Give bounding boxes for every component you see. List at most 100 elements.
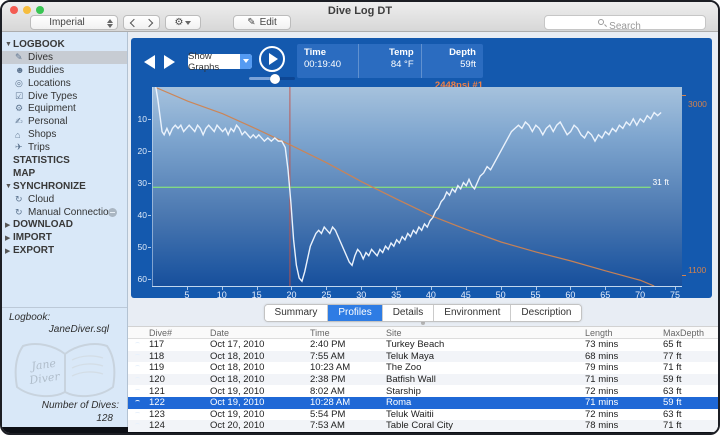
buddies-icon: ☻	[15, 65, 25, 76]
y-tick-label: 10	[137, 114, 147, 124]
search-field[interactable]	[544, 15, 706, 33]
table-row-dive-124[interactable]: 124 Oct 20, 2010 7:53 AM Table Coral City 78…	[128, 420, 718, 432]
dives-icon: ✎	[15, 51, 23, 62]
x-tick-label: 25	[321, 290, 332, 300]
column-header-maxdepth[interactable]: MaxDepth	[660, 328, 718, 338]
cell-date: Oct 18, 2010	[210, 374, 265, 386]
main-area: Show Graphs Time 00:19:40 Temp 84 °F Dep…	[128, 32, 718, 432]
y-tick-label: 50	[137, 242, 147, 252]
sidebar-item-dives[interactable]: ✎ Dives	[2, 50, 127, 64]
show-graphs-dropdown[interactable]: Show Graphs	[188, 51, 252, 73]
sidebar-item-export[interactable]: ▶ EXPORT	[2, 244, 127, 257]
column-header-length[interactable]: Length	[582, 328, 660, 338]
sidebar-item-label: Locations	[28, 77, 71, 89]
cell-dive: 124	[149, 420, 165, 432]
edit-button[interactable]: ✎ Edit	[233, 15, 291, 30]
sidebar-item-buddies[interactable]: ☻ Buddies	[2, 64, 127, 77]
column-header-dive[interactable]: Dive#	[146, 328, 207, 338]
sidebar-item-personal[interactable]: ✍ Personal	[2, 115, 127, 128]
x-tick-label: 60	[565, 290, 576, 300]
edit-button-label: Edit	[259, 17, 277, 28]
sidebar-item-download[interactable]: ▶ DOWNLOAD	[2, 218, 127, 231]
tab-profiles[interactable]: Profiles	[328, 305, 383, 321]
tab-summary[interactable]: Summary	[264, 305, 329, 321]
cell-time: 5:54 PM	[310, 408, 346, 420]
tab-details[interactable]: Details	[382, 305, 435, 321]
cell-time: 7:53 AM	[310, 420, 345, 432]
personal-icon: ✍	[15, 116, 23, 127]
column-header-site[interactable]: Site	[383, 328, 582, 338]
table-row-dive-118[interactable]: 118 Oct 18, 2010 7:55 AM Teluk Maya 68 mins 7…	[128, 350, 718, 363]
y-tick-label: 20	[137, 146, 147, 156]
sidebar-nav-list: ▼ LOGBOOK ✎ Dives ☻ Buddies ◎ Locations ☑ Dive Ty…	[2, 32, 127, 257]
table-row-dive-122[interactable]: 122 Oct 19, 2010 10:28 AM Roma 71 mins 59 ft	[128, 396, 718, 409]
pencil-icon: ✎	[247, 17, 256, 28]
cell-date: Oct 18, 2010	[210, 350, 265, 362]
sidebar-item-statistics[interactable]: STATISTICS	[2, 154, 127, 167]
sidebar-item-dive-types[interactable]: ☑ Dive Types	[2, 90, 127, 103]
table-row-dive-117[interactable]: 117 Oct 17, 2010 2:40 PM Turkey Beach 73 min…	[128, 339, 718, 351]
action-menu-button[interactable]: ⚙	[165, 15, 201, 30]
y-tick-label: 30	[137, 178, 147, 188]
sidebar-item-shops[interactable]: ⌂ Shops	[2, 128, 127, 141]
sidebar-item-import[interactable]: ▶ IMPORT	[2, 231, 127, 244]
column-header-time[interactable]: Time	[307, 328, 383, 338]
table-row-dive-123[interactable]: 123 Oct 19, 2010 5:54 PM Teluk Waitii 72 min…	[128, 409, 718, 421]
sidebar-item-map[interactable]: MAP	[2, 167, 127, 180]
sidebar-group-label: LOGBOOK	[13, 38, 65, 50]
sidebar-item-manual-connection[interactable]: ↻ Manual Connection	[2, 206, 127, 219]
x-tick-label: 55	[530, 290, 541, 300]
disclosure-icon[interactable]: ▶	[5, 234, 13, 242]
x-tick-label: 45	[460, 290, 471, 300]
pressure-min-label: 1100	[688, 265, 707, 275]
disclosure-icon[interactable]: ▶	[5, 221, 13, 229]
cell-site: Teluk Maya	[386, 350, 435, 362]
x-tick-label: 10	[216, 290, 227, 300]
cell-dive: 117	[149, 339, 165, 351]
tab-environment[interactable]: Environment	[434, 305, 512, 321]
cell-time: 10:23 AM	[310, 362, 351, 374]
units-select[interactable]: Imperial	[30, 15, 118, 30]
disclosure-icon[interactable]: ▼	[5, 41, 13, 48]
disclosure-icon[interactable]: ▶	[5, 247, 13, 255]
sidebar-item-trips[interactable]: ✈ Trips	[2, 141, 127, 154]
dive-profile-plot[interactable]: 31 ft	[152, 87, 682, 287]
cell-length: 78 mins	[585, 420, 619, 432]
cell-date: Oct 19, 2010	[210, 397, 265, 409]
cell-length: 73 mins	[585, 339, 619, 351]
next-dive-icon[interactable]	[164, 55, 175, 69]
back-button[interactable]	[123, 15, 142, 30]
sidebar-item-cloud[interactable]: ↻ Cloud	[2, 193, 127, 206]
depth-readout: Depth 59ft	[420, 44, 483, 78]
sidebar-item-label: Cloud	[28, 193, 55, 205]
dive-table: Dive# Date Time Site Length MaxDepth 117 Oct 1…	[128, 326, 718, 432]
disclosure-icon[interactable]: ▼	[5, 183, 13, 190]
table-row-dive-121[interactable]: 121 Oct 19, 2010 8:02 AM Starship 72 mins 63 …	[128, 385, 718, 397]
tab-description[interactable]: Description	[511, 305, 582, 321]
app-window: Dive Log DT Imperial ⚙ ✎ Edit ▼LOGBOOK✎D…	[0, 0, 720, 435]
open-book-icon: Jane Diver	[14, 343, 116, 398]
sidebar-item-equipment[interactable]: ⚙ Equipment	[2, 102, 127, 115]
logbook-label: Logbook:	[9, 312, 51, 323]
eject-device-icon[interactable]	[108, 207, 117, 217]
table-row-dive-119[interactable]: 119 Oct 18, 2010 10:23 AM The Zoo 79 mins 71 …	[128, 362, 718, 374]
dive-profile-panel: Show Graphs Time 00:19:40 Temp 84 °F Dep…	[131, 38, 712, 300]
manual-sync-icon: ↻	[15, 206, 23, 217]
play-button[interactable]	[259, 46, 285, 72]
previous-dive-icon[interactable]	[144, 55, 155, 69]
sidebar-item-logbook[interactable]: ▼ LOGBOOK	[2, 38, 127, 51]
cell-max-depth: 63 ft	[663, 385, 682, 397]
column-header-date[interactable]: Date	[207, 328, 307, 338]
sidebar-item-label: Dives	[28, 51, 54, 63]
playback-slider[interactable]	[249, 73, 295, 84]
sidebar-item-synchronize[interactable]: ▼ SYNCHRONIZE	[2, 180, 127, 193]
forward-button[interactable]	[141, 15, 160, 30]
sidebar-item-locations[interactable]: ◎ Locations	[2, 77, 127, 90]
slider-knob[interactable]	[270, 73, 280, 84]
cell-date: Oct 19, 2010	[210, 408, 265, 420]
logbook-info: Logbook: JaneDiver.sql Jane Diver Number…	[2, 307, 127, 427]
cell-date: Oct 18, 2010	[210, 362, 265, 374]
depth-axis: 10 20 30 40 50 60	[131, 87, 151, 287]
cell-time: 7:55 AM	[310, 350, 345, 362]
table-row-dive-120[interactable]: 120 Oct 18, 2010 2:38 PM Batfish Wall 71 min…	[128, 373, 718, 386]
